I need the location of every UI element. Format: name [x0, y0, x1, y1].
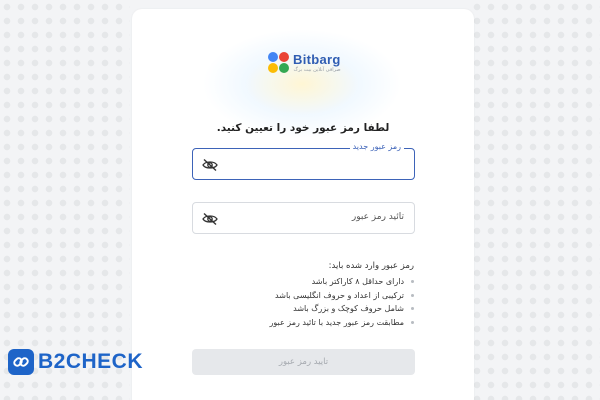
logo-circles-icon — [268, 52, 290, 74]
new-password-field[interactable]: رمز عبور جدید — [192, 142, 415, 180]
confirm-password-button[interactable]: تایید رمز عبور — [192, 349, 415, 375]
requirement-item: ترکیبی از اعداد و حروف انگلیسی باشد — [270, 289, 415, 303]
confirm-password-input[interactable] — [223, 209, 406, 227]
requirement-item: دارای حداقل ۸ کاراکتر باشد — [270, 275, 415, 289]
watermark-text: B2CHECK — [38, 350, 144, 373]
requirements-list: دارای حداقل ۸ کاراکتر باشد ترکیبی از اعد… — [270, 275, 415, 330]
eye-off-icon[interactable] — [202, 211, 218, 226]
b2check-watermark: B2CHECK — [8, 349, 143, 375]
link-icon — [8, 349, 34, 375]
background-dot-pattern-right — [470, 0, 600, 400]
requirements-title: رمز عبور وارد شده باید: — [328, 261, 414, 271]
bitbarg-logo: Bitbarg صرافی آنلاین بیت برگ — [268, 45, 348, 81]
brand-name: Bitbarg — [293, 51, 341, 67]
eye-off-icon[interactable] — [202, 157, 218, 172]
background-dot-pattern-left — [0, 0, 130, 400]
brand-tagline: صرافی آنلاین بیت برگ — [293, 66, 341, 73]
password-card: Bitbarg صرافی آنلاین بیت برگ لطفا رمز عب… — [132, 9, 474, 400]
page-title: لطفا رمز عبور خود را تعیین کنید. — [216, 122, 390, 134]
new-password-input[interactable] — [223, 155, 406, 173]
new-password-label: رمز عبور جدید — [349, 142, 404, 151]
confirm-password-field[interactable]: تائید رمز عبور — [192, 202, 415, 234]
requirement-item: شامل حروف کوچک و بزرگ باشد — [270, 302, 415, 316]
requirement-item: مطابقت رمز عبور جدید با تائید رمز عبور — [270, 316, 415, 330]
